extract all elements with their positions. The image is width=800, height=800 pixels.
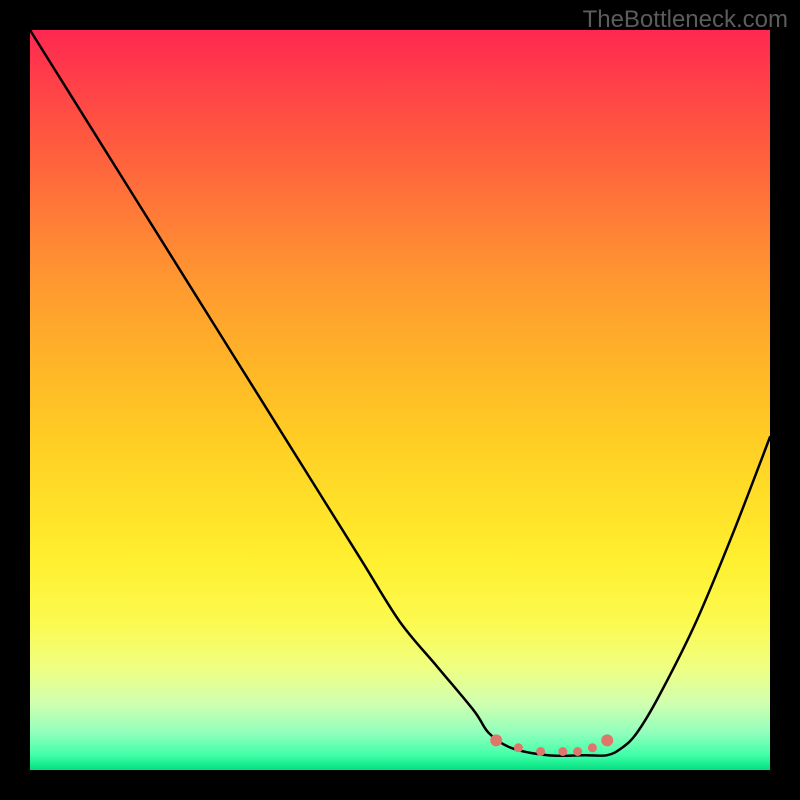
plot-area	[30, 30, 770, 770]
marker-dot	[558, 747, 567, 756]
marker-group	[490, 734, 613, 756]
bottleneck-curve-path	[30, 30, 770, 756]
marker-dot	[490, 734, 502, 746]
marker-dot	[601, 734, 613, 746]
marker-dot	[588, 743, 597, 752]
watermark-text: TheBottleneck.com	[583, 6, 788, 34]
chart-container: TheBottleneck.com	[0, 0, 800, 800]
marker-dot	[536, 747, 545, 756]
marker-dot	[514, 743, 523, 752]
marker-dot	[573, 747, 582, 756]
curve-svg	[30, 30, 770, 770]
